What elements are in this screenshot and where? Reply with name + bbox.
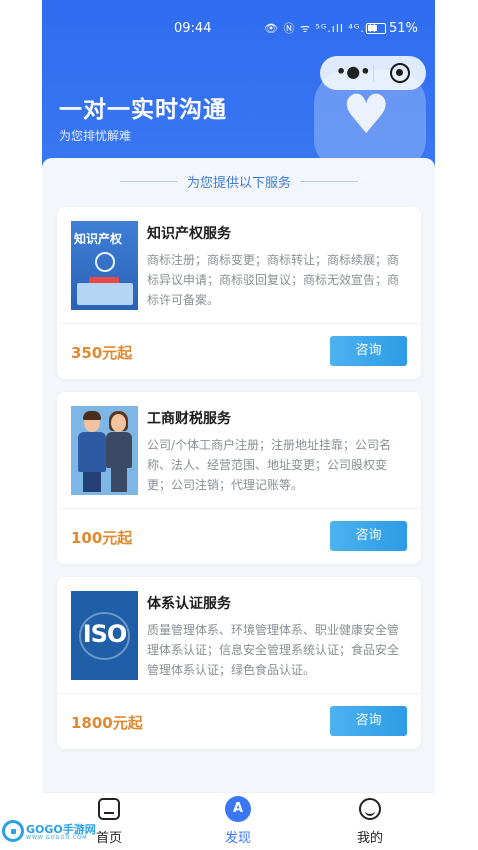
section-title: 为您提供以下服务 <box>186 176 291 191</box>
service-title: 知识产权服务 <box>147 226 231 242</box>
consult-button[interactable]: 咨询 <box>330 336 407 366</box>
books-stack-icon <box>77 283 133 305</box>
capsule-divider <box>373 65 374 81</box>
service-card-ip[interactable]: 知识产权 知识产权服务 商标注册；商标变更；商标转让；商标续展；商标异议申请；商… <box>57 207 421 379</box>
service-description: 质量管理体系、环境管理体系、职业健康安全管理体系认证；信息安全管理系统认证；食品… <box>147 623 400 677</box>
tab-discover[interactable]: A 发现 <box>198 796 278 846</box>
watermark-logo-icon <box>2 820 24 842</box>
service-description: 公司/个体工商户注册；注册地址挂靠；公司名称、法人、经营范围、地址变更；公司股权… <box>147 438 392 492</box>
consult-button[interactable]: 咨询 <box>330 521 407 551</box>
tab-profile[interactable]: 我的 <box>330 797 410 846</box>
tab-label: 发现 <box>224 831 251 846</box>
bottom-tab-bar: 首页 A 发现 我的 <box>42 792 435 850</box>
lightbulb-icon <box>95 252 115 272</box>
service-title: 工商财税服务 <box>147 411 231 427</box>
man-figure-body <box>78 432 106 472</box>
card-divider <box>57 508 421 509</box>
battery-icon <box>366 23 386 34</box>
iso-logo-image: ISO <box>71 591 138 680</box>
card-divider <box>57 693 421 694</box>
tab-label: 我的 <box>356 831 383 846</box>
status-bar: 09:44 👁 Ⓝ ᯤ ⁵ᴳ.ıll ⁴ᴳ.ıll 51% <box>42 0 435 40</box>
woman-figure-body <box>106 432 132 468</box>
service-price: 1800元起 <box>71 714 143 732</box>
heart-icon: ♥ <box>342 83 391 146</box>
service-description: 商标注册；商标变更；商标转让；商标续展；商标异议申请；商标驳回复议；商标无效宣告… <box>147 253 400 307</box>
watermark-url: WWW.GOGOO.COM <box>26 835 88 841</box>
man-figure-hair <box>83 411 101 420</box>
battery-percent: 51% <box>389 21 418 36</box>
woman-figure-head <box>111 414 126 432</box>
service-title: 体系认证服务 <box>147 596 231 612</box>
man-figure-legs <box>83 470 101 492</box>
service-price: 350元起 <box>71 344 133 362</box>
hero-subtitle: 为您排忧解难 <box>59 129 132 143</box>
watermark: GOGO手游网 WWW.GOGOO.COM <box>2 818 98 844</box>
close-miniprogram-icon[interactable] <box>390 63 410 83</box>
more-options-icon[interactable]: •●• <box>336 62 370 81</box>
status-time: 09:44 <box>174 21 212 36</box>
consult-button[interactable]: 咨询 <box>330 706 407 736</box>
ip-thumb-label: 知识产权 <box>74 232 123 246</box>
service-price: 100元起 <box>71 529 133 547</box>
battery-indicator: 51% <box>366 21 418 36</box>
business-service-image <box>71 406 138 495</box>
status-icons: 👁 Ⓝ ᯤ ⁵ᴳ.ıll ⁴ᴳ.ıll <box>264 22 377 35</box>
service-card-business[interactable]: 工商财税服务 公司/个体工商户注册；注册地址挂靠；公司名称、法人、经营范围、地址… <box>57 392 421 564</box>
service-card-certification[interactable]: ISO 体系认证服务 质量管理体系、环境管理体系、职业健康安全管理体系认证；信息… <box>57 577 421 749</box>
home-icon <box>98 798 120 820</box>
profile-icon <box>359 798 381 820</box>
woman-figure-legs <box>111 466 127 492</box>
card-divider <box>57 323 421 324</box>
section-divider-right <box>300 181 358 182</box>
hero-title: 一对一实时沟通 <box>59 97 227 123</box>
ip-service-image: 知识产权 <box>71 221 138 310</box>
discover-icon: A <box>225 796 251 822</box>
miniprogram-capsule: •●• <box>320 56 426 90</box>
iso-logo-text: ISO <box>82 620 128 648</box>
